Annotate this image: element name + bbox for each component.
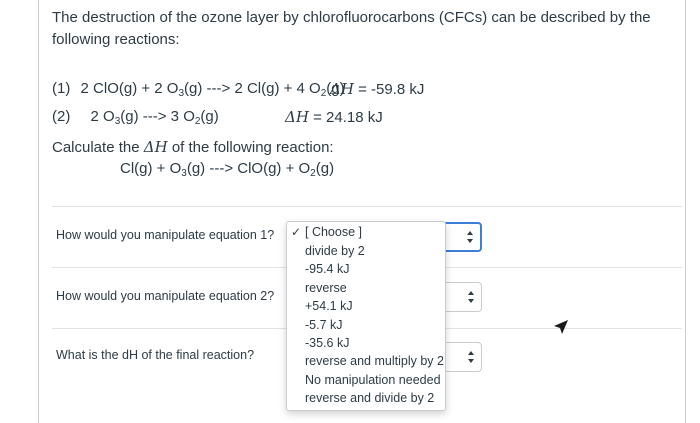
dropdown-option-choose[interactable]: ✓[ Choose ] — [291, 225, 362, 239]
dropdown-option[interactable]: -35.6 kJ — [305, 336, 349, 350]
equation-1-part: 2 ClO(g) + 2 O — [80, 80, 179, 97]
dropdown-option[interactable]: reverse — [305, 281, 347, 295]
dropdown-option[interactable]: -95.4 kJ — [305, 262, 349, 276]
target-reaction-part: (g) — [315, 160, 335, 177]
equation-2-enthalpy: ΔH = 24.18 kJ — [285, 108, 383, 126]
dropdown-option[interactable]: reverse and divide by 2 — [305, 391, 434, 405]
select-arrows-icon — [466, 231, 474, 243]
question-intro: The destruction of the ozone layer by ch… — [52, 9, 651, 48]
calculate-suffix: of the following reaction: — [167, 139, 334, 156]
equation-2-part: (g) — [200, 108, 219, 125]
delta-h-symbol: ΔH — [285, 108, 309, 126]
equation-2-part: (g) ---> 3 O — [120, 108, 195, 125]
dropdown-option[interactable]: -5.7 kJ — [305, 318, 343, 332]
calculate-prefix: Calculate the — [52, 139, 144, 156]
equation-2-dh-value: = 24.18 kJ — [308, 109, 383, 126]
dropdown-list: ✓[ Choose ] divide by 2 -95.4 kJ reverse… — [286, 221, 446, 411]
target-reaction-part: Cl(g) + O — [120, 160, 182, 177]
select-arrows-icon — [467, 291, 475, 303]
divider — [52, 206, 682, 207]
dropdown-option-label: [ Choose ] — [305, 225, 362, 239]
equation-2: (2) 2 O3(g) ---> 3 O2(g) — [52, 108, 219, 127]
question-1-label: How would you manipulate equation 1? — [56, 228, 275, 242]
equation-1: (1) 2 ClO(g) + 2 O3(g) ---> 2 Cl(g) + 4 … — [52, 80, 345, 99]
dropdown-option[interactable]: No manipulation needed — [305, 373, 441, 387]
equation-1-label: (1) — [52, 80, 71, 97]
dropdown-option[interactable]: +54.1 kJ — [305, 299, 353, 313]
checkmark-icon: ✓ — [291, 225, 302, 239]
delta-h-symbol: ΔH — [143, 138, 168, 156]
mouse-cursor-icon — [554, 320, 568, 334]
equation-2-part: 2 O — [90, 108, 115, 125]
equation-1-enthalpy: ΔH = -59.8 kJ — [330, 80, 424, 98]
select-arrows-icon — [467, 351, 475, 363]
question-3-label: What is the dH of the final reaction? — [56, 348, 255, 362]
question-2-label: How would you manipulate equation 2? — [56, 289, 275, 303]
calculate-prompt: Calculate the ΔH of the following reacti… — [52, 138, 334, 156]
dropdown-option[interactable]: divide by 2 — [305, 244, 365, 258]
delta-h-symbol: ΔH — [330, 80, 354, 98]
equation-1-dh-value: = -59.8 kJ — [353, 81, 425, 98]
target-reaction: Cl(g) + O3(g) ---> ClO(g) + O2(g) — [120, 160, 334, 179]
equation-1-part: (g) ---> 2 Cl(g) + 4 O — [184, 80, 321, 97]
target-reaction-part: (g) ---> ClO(g) + O — [186, 160, 311, 177]
dropdown-option[interactable]: reverse and multiply by 2 — [305, 354, 444, 368]
equation-2-label: (2) — [52, 108, 71, 125]
